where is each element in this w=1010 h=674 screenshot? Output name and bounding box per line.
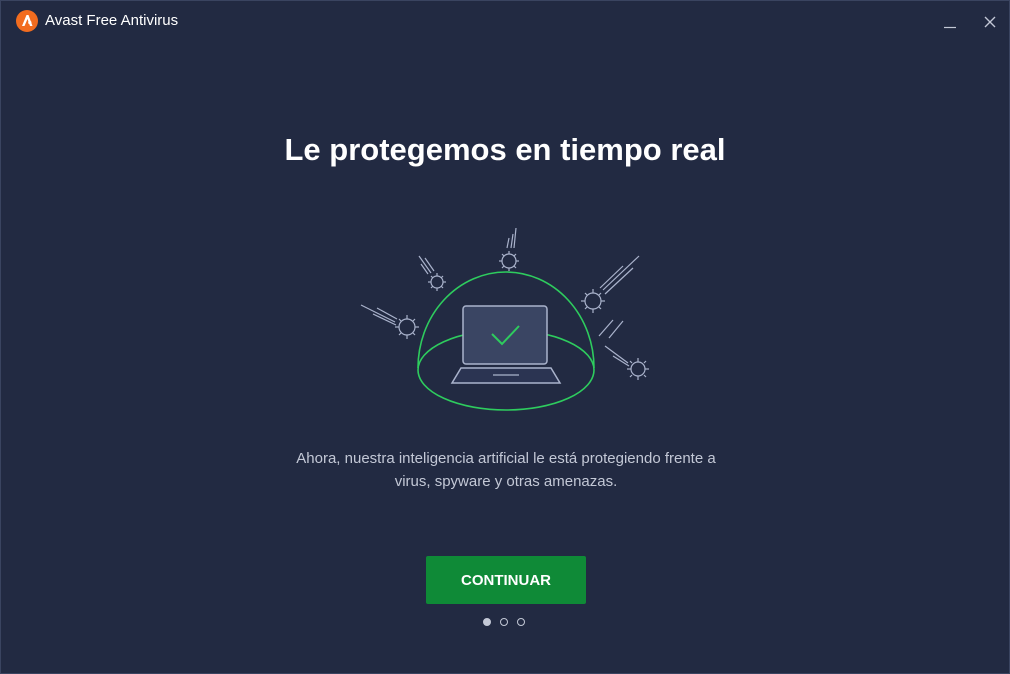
page-indicator — [483, 618, 533, 628]
page-dot-2[interactable] — [500, 618, 508, 626]
minimize-button[interactable] — [937, 9, 963, 35]
app-window: Avast Free Antivirus Le protegemos en ti… — [0, 0, 1010, 674]
close-button[interactable] — [977, 9, 1003, 35]
shield-dome-laptop-icon — [360, 227, 649, 411]
continue-button[interactable]: CONTINUAR — [426, 556, 586, 604]
page-dot-1[interactable] — [483, 618, 491, 626]
minimize-icon — [944, 26, 956, 29]
title-bar: Avast Free Antivirus — [1, 1, 1009, 41]
page-dot-3[interactable] — [517, 618, 525, 626]
description-line-2: virus, spyware y otras amenazas. — [394, 473, 618, 490]
close-icon — [984, 16, 996, 28]
window-title: Avast Free Antivirus — [45, 12, 179, 29]
description-text: Ahora, nuestra inteligencia artificial l… — [261, 447, 751, 493]
page-title: Le protegemos en tiempo real — [284, 132, 726, 167]
description-line-1: Ahora, nuestra inteligencia artificial l… — [296, 450, 716, 467]
avast-logo-icon — [16, 10, 38, 32]
